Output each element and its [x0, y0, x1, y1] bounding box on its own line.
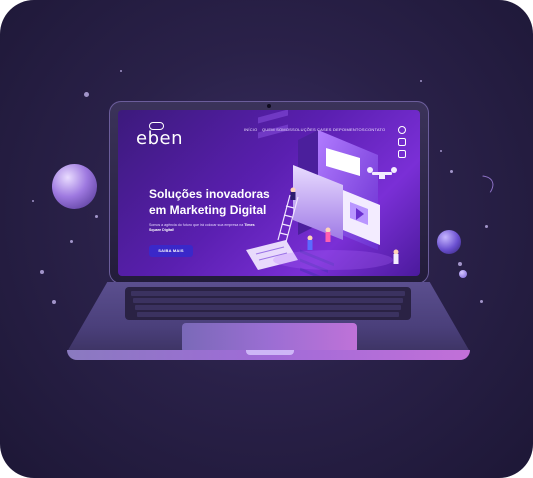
saiba-mais-button[interactable]: SAIBA MAIS [149, 245, 193, 257]
laptop-notch [246, 350, 294, 355]
hero-card: eben INÍCIO QUEM SOMOS SOLUÇÕES CASES DE… [0, 0, 533, 478]
linkedin-icon[interactable] [398, 150, 406, 158]
nav-item-solucoes[interactable]: SOLUÇÕES [292, 127, 316, 132]
orbit-ring [422, 166, 500, 226]
instagram-icon[interactable] [398, 138, 406, 146]
nav-item-inicio[interactable]: INÍCIO [244, 127, 257, 132]
touchpad [182, 323, 357, 353]
nav-item-quem-somos[interactable]: QUEM SOMOS [262, 127, 292, 132]
hero-subtext: Somos a agência do futuro que irá coloca… [149, 223, 255, 232]
nav-item-cases[interactable]: CASES [317, 127, 332, 132]
nav-item-depoimentos[interactable]: DEPOIMENTOS [333, 127, 365, 132]
keyboard [125, 287, 411, 320]
site-logo[interactable]: eben [136, 128, 183, 149]
camera [267, 104, 271, 108]
nav-item-contato[interactable]: CONTATO [365, 127, 385, 132]
planet-right [437, 230, 461, 254]
planet-small [459, 270, 467, 278]
planet-left [52, 164, 97, 209]
whatsapp-icon[interactable] [398, 126, 406, 134]
hero-headline: Soluções inovadoras em Marketing Digital [149, 187, 270, 217]
